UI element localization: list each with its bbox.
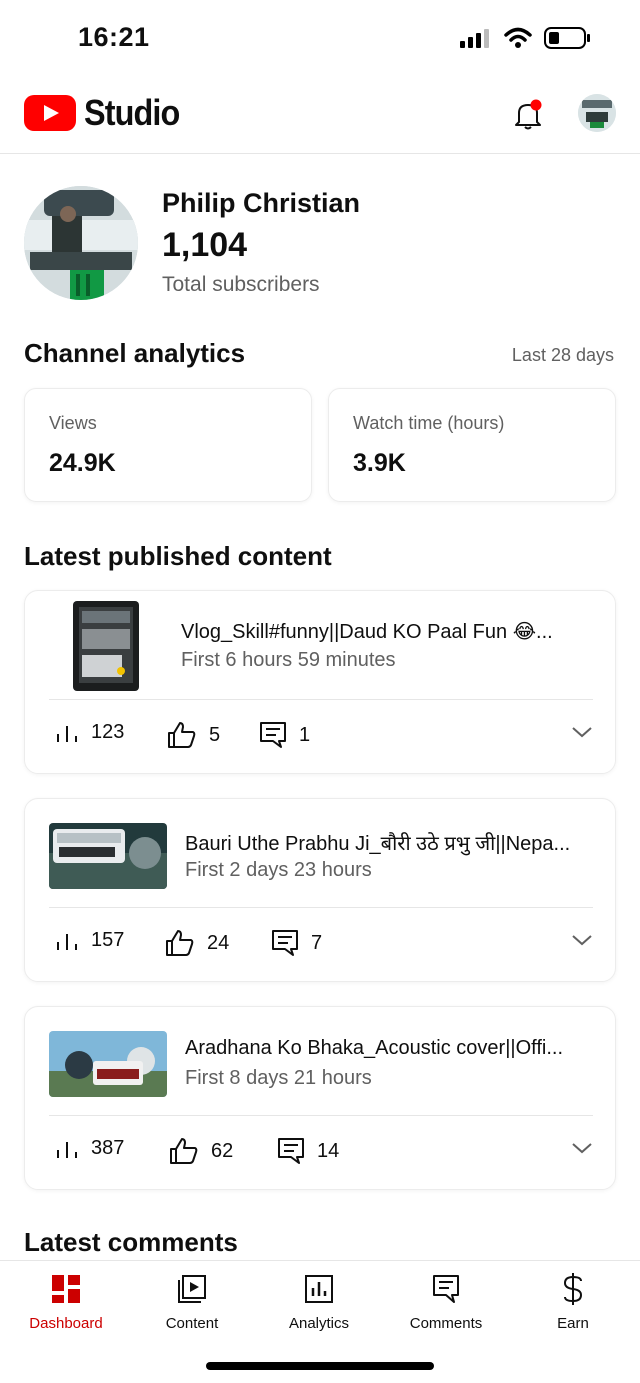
channel-avatar[interactable] (24, 186, 138, 300)
divider (49, 1115, 593, 1116)
bar-chart-icon (57, 933, 77, 950)
video-thumbnail[interactable] (49, 1031, 167, 1097)
thumbs-up-icon (170, 1138, 198, 1164)
app-header: Studio (0, 76, 640, 154)
likes-stat: 62 (169, 1137, 233, 1165)
nav-comments[interactable]: Comments (386, 1271, 506, 1332)
thumbs-up-icon (168, 722, 196, 748)
metric-label: Views (49, 413, 97, 433)
nav-label: Dashboard (29, 1315, 103, 1332)
status-bar: 16:21 (0, 0, 640, 76)
video-period: First 2 days 23 hours (185, 859, 372, 881)
likes-count: 5 (209, 723, 221, 746)
account-avatar[interactable] (578, 94, 616, 132)
likes-stat: 24 (165, 929, 229, 957)
bar-chart-icon (57, 725, 77, 742)
latest-content-title: Latest published content (24, 541, 332, 571)
metric-value: 3.9K (353, 449, 406, 477)
youtube-play-icon (24, 95, 76, 131)
subscriber-count: 1,104 (162, 226, 248, 264)
comments-count: 14 (317, 1139, 340, 1162)
chevron-down-icon[interactable] (571, 1141, 593, 1155)
channel-summary: Philip Christian 1,104 Total subscribers (24, 186, 616, 300)
video-card[interactable]: Bauri Uthe Prabhu Ji_बौरी उठे प्रभु जी||… (24, 798, 616, 982)
likes-count: 24 (207, 931, 230, 954)
dashboard-icon (52, 1275, 80, 1303)
video-thumbnail[interactable] (73, 601, 139, 691)
nav-analytics[interactable]: Analytics (259, 1271, 379, 1332)
bar-chart-icon (57, 1141, 77, 1158)
analytics-title: Channel analytics (24, 338, 246, 368)
chevron-down-icon[interactable] (571, 933, 593, 947)
views-count: 157 (91, 929, 125, 951)
likes-count: 62 (211, 1139, 234, 1162)
nav-content[interactable]: Content (132, 1271, 252, 1332)
likes-stat: 5 (167, 721, 220, 749)
nav-earn[interactable]: Earn (513, 1271, 633, 1332)
video-period: First 8 days 21 hours (185, 1067, 372, 1089)
video-title: Vlog_Skill#funny||Daud KO Paal Fun 😂... (181, 621, 553, 643)
notification-badge (530, 99, 542, 111)
subscriber-label: Total subscribers (162, 273, 320, 296)
video-card[interactable]: Aradhana Ko Bhaka_Acoustic cover||Offi..… (24, 1006, 616, 1190)
wifi-icon (504, 27, 532, 48)
comment-icon (260, 722, 286, 748)
home-indicator (206, 1362, 434, 1370)
nav-label: Content (165, 1315, 219, 1332)
views-stat: 157 (55, 929, 124, 952)
dollar-icon (563, 1273, 583, 1305)
logo-text: Studio (84, 92, 180, 133)
views-card[interactable]: Views 24.9K (24, 388, 312, 502)
comments-stat: 14 (277, 1137, 339, 1165)
notifications-bell-icon[interactable] (510, 96, 546, 132)
nav-label: Comments (409, 1315, 483, 1332)
views-count: 387 (91, 1137, 125, 1159)
studio-logo[interactable]: Studio (24, 92, 190, 134)
views-stat: 123 (55, 721, 124, 744)
metric-label: Watch time (hours) (353, 413, 505, 433)
watch-time-card[interactable]: Watch time (hours) 3.9K (328, 388, 616, 502)
status-icons (460, 26, 592, 50)
video-period: First 6 hours 59 minutes (181, 649, 396, 671)
latest-comments-title: Latest comments (24, 1227, 238, 1257)
comments-stat: 1 (259, 721, 310, 749)
divider (49, 907, 593, 908)
battery-icon (544, 27, 590, 49)
views-count: 123 (91, 721, 125, 743)
video-title: Bauri Uthe Prabhu Ji_बौरी उठे प्रभु जी||… (185, 833, 571, 855)
metric-value: 24.9K (49, 449, 116, 477)
video-thumbnail[interactable] (49, 823, 167, 889)
divider (49, 699, 593, 700)
content-icon (178, 1275, 206, 1303)
comment-icon (278, 1138, 304, 1164)
nav-dashboard[interactable]: Dashboard (6, 1271, 126, 1332)
status-time: 16:21 (78, 22, 150, 52)
comments-count: 7 (311, 931, 323, 954)
channel-name: Philip Christian (162, 188, 361, 218)
comment-icon (272, 930, 298, 956)
comments-stat: 7 (271, 929, 322, 957)
video-title: Aradhana Ko Bhaka_Acoustic cover||Offi..… (185, 1037, 564, 1059)
comments-icon (433, 1275, 459, 1303)
analytics-icon (305, 1275, 333, 1303)
chevron-down-icon[interactable] (571, 725, 593, 739)
nav-label: Analytics (288, 1315, 350, 1332)
analytics-period: Last 28 days (511, 345, 614, 365)
cellular-signal-icon (460, 29, 489, 48)
comments-count: 1 (299, 723, 311, 746)
thumbs-up-icon (166, 930, 194, 956)
video-card[interactable]: Vlog_Skill#funny||Daud KO Paal Fun 😂... … (24, 590, 616, 774)
views-stat: 387 (55, 1137, 124, 1160)
nav-label: Earn (557, 1315, 589, 1332)
